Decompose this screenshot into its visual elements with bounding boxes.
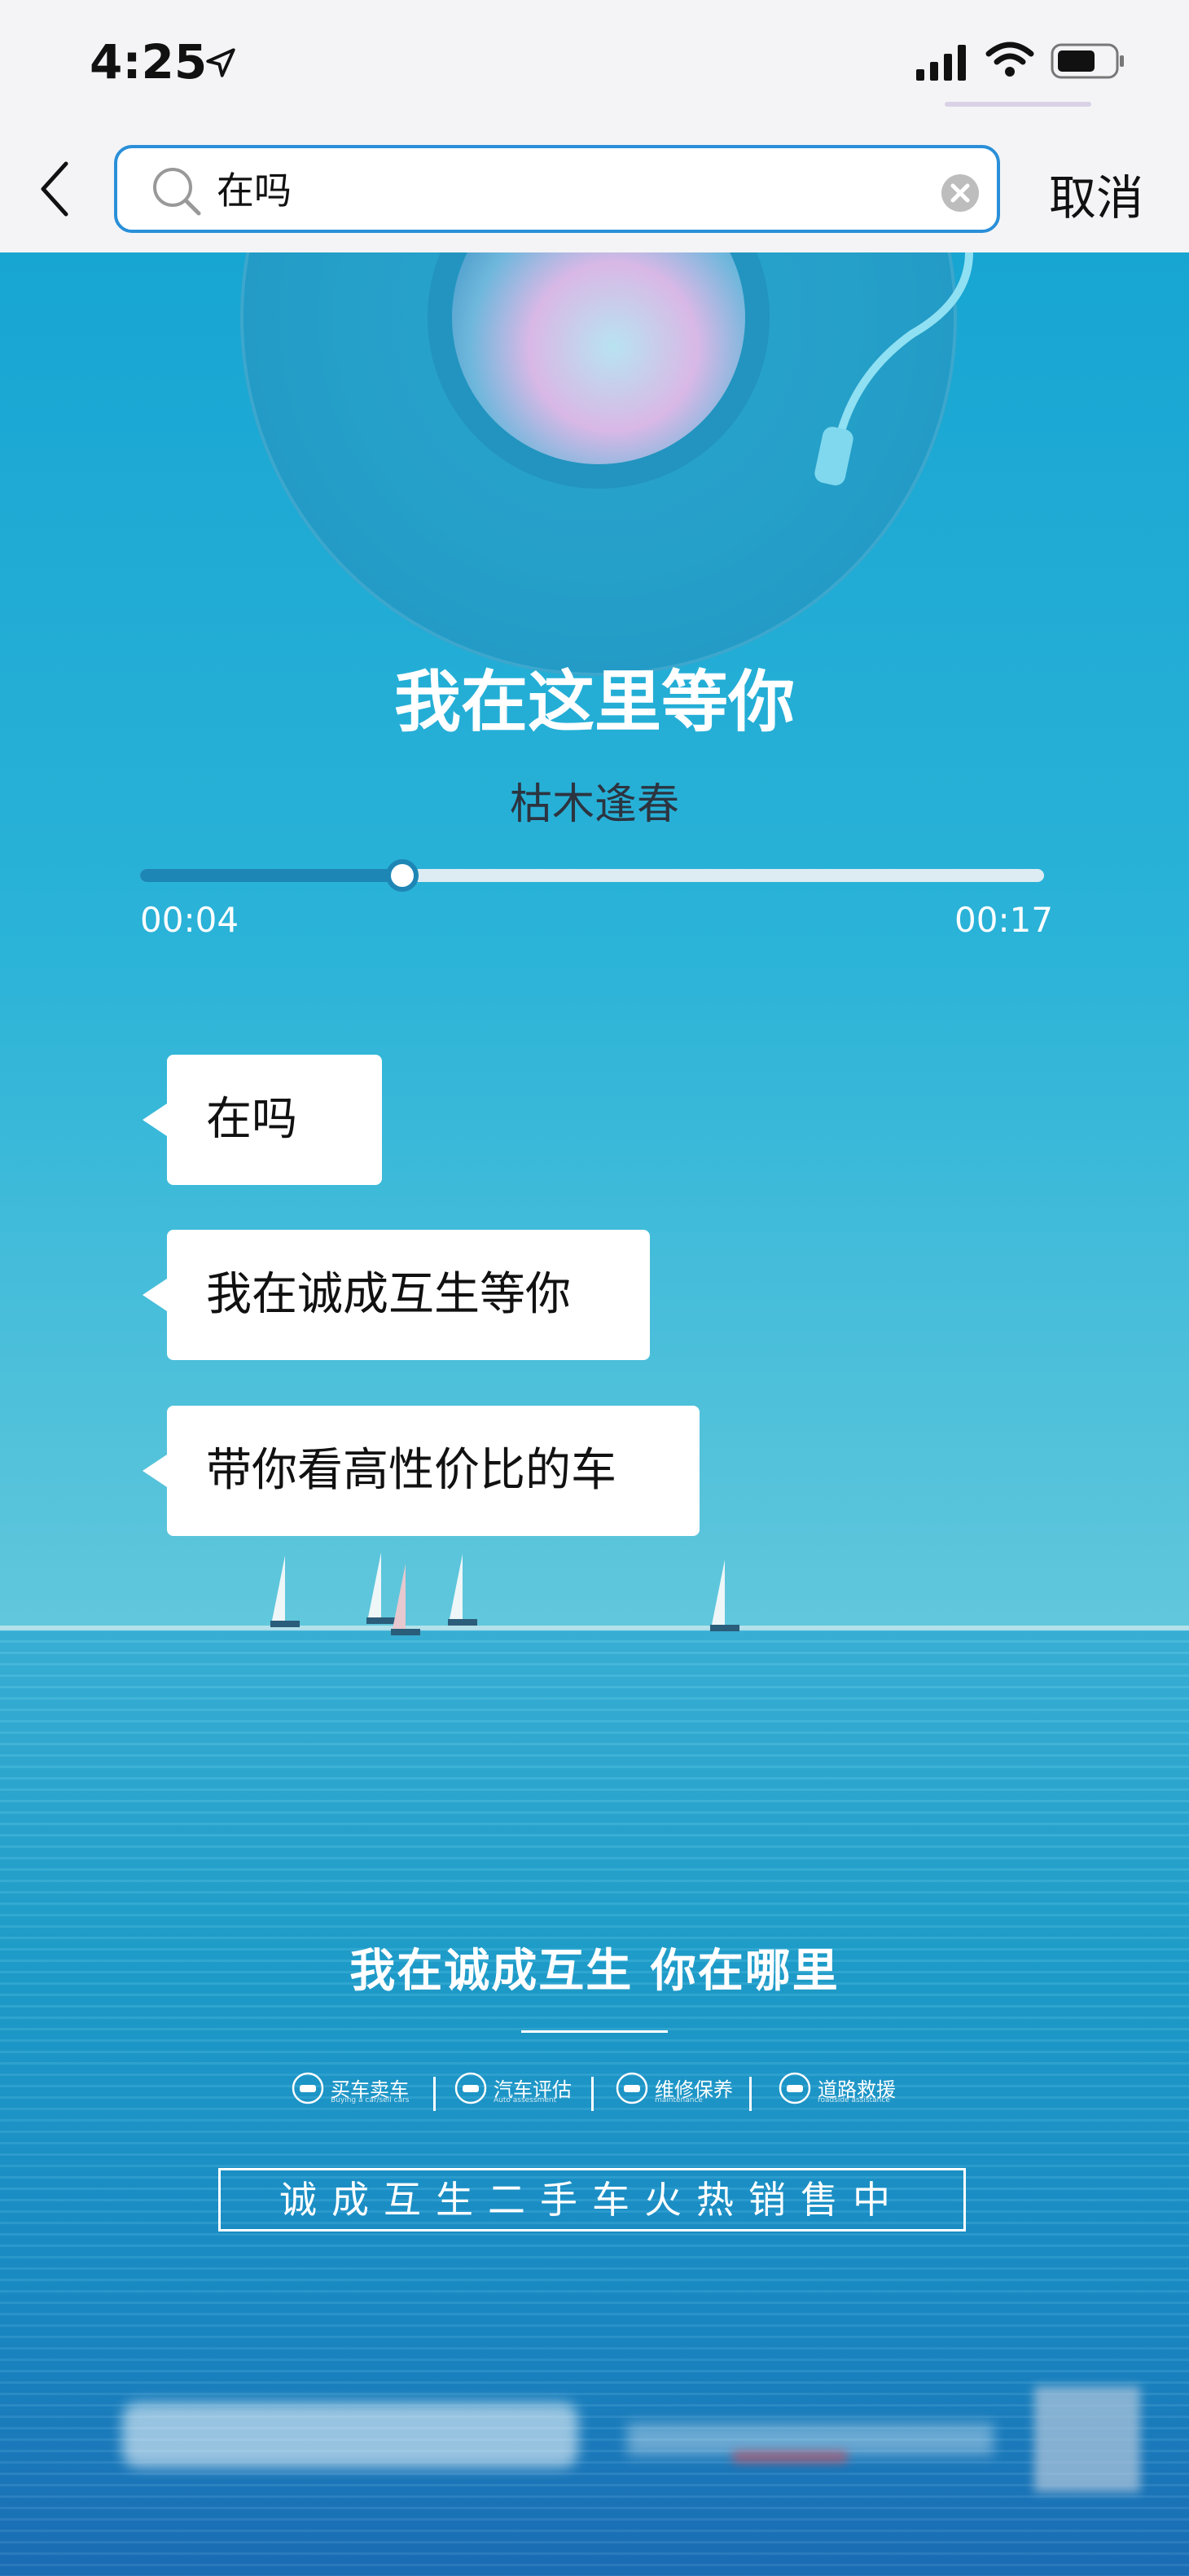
total-time: 00:17 bbox=[954, 900, 1054, 940]
cellular-signal-icon bbox=[916, 45, 966, 81]
sailboat-icon bbox=[270, 1556, 300, 1627]
blurred-accent-line bbox=[733, 2451, 847, 2463]
clear-icon[interactable] bbox=[940, 173, 981, 213]
location-arrow-icon bbox=[206, 48, 235, 77]
sailboat-icon bbox=[448, 1554, 477, 1626]
progress-slider[interactable] bbox=[140, 859, 1044, 892]
status-bar: 4:25 bbox=[0, 0, 1189, 126]
blurred-contact-text bbox=[627, 2423, 994, 2455]
status-time: 4:25 bbox=[90, 34, 208, 90]
sales-banner: 诚成互生二手车火热销售中 bbox=[218, 2168, 966, 2232]
service-divider bbox=[591, 2077, 594, 2111]
search-icon bbox=[153, 168, 201, 216]
blurred-phone-number bbox=[122, 2403, 578, 2468]
song-title: 我在这里等你 bbox=[393, 664, 795, 741]
ad-slogan: 我在诚成互生 你在哪里 bbox=[349, 1945, 840, 1998]
wifi-icon bbox=[985, 42, 1034, 77]
current-time: 00:04 bbox=[140, 900, 239, 940]
tonearm-icon bbox=[814, 252, 973, 485]
progress-knob[interactable] bbox=[385, 859, 419, 892]
chat-bubble: 我在诚成互生等你 bbox=[143, 1230, 650, 1360]
search-query: 在吗 bbox=[217, 169, 292, 213]
car-icon bbox=[292, 2072, 324, 2104]
service-divider bbox=[433, 2077, 436, 2111]
cancel-button[interactable]: 取消 bbox=[1049, 160, 1143, 228]
music-poster: 我在这里等你 枯木逢春 00:04 00:17 在吗 我在诚成互生等你 带你看高… bbox=[0, 252, 1189, 2576]
battery-icon bbox=[1051, 43, 1124, 79]
slogan-divider bbox=[521, 2030, 668, 2033]
car-icon bbox=[616, 2072, 648, 2104]
sailboat-icon bbox=[710, 1560, 739, 1631]
progress-fill bbox=[140, 869, 402, 882]
back-chevron-icon[interactable] bbox=[37, 159, 72, 219]
service-divider bbox=[749, 2077, 752, 2111]
sailboat-icon bbox=[391, 1564, 420, 1635]
search-input[interactable]: 在吗 bbox=[114, 145, 1000, 233]
car-icon bbox=[454, 2072, 487, 2104]
notch-indicator bbox=[945, 102, 1091, 107]
chat-bubble: 带你看高性价比的车 bbox=[143, 1406, 700, 1536]
blurred-qr-code bbox=[1034, 2386, 1140, 2492]
horizon-line bbox=[0, 1626, 1189, 1630]
artist-name: 枯木逢春 bbox=[509, 780, 679, 829]
chat-bubble: 在吗 bbox=[143, 1055, 382, 1185]
car-icon bbox=[779, 2072, 811, 2104]
